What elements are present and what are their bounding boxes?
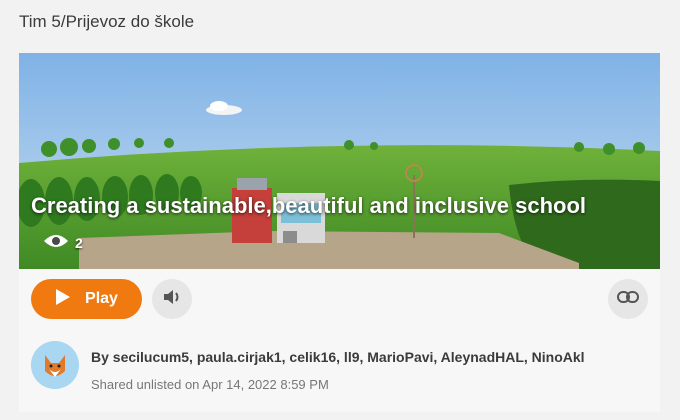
play-icon [55, 288, 71, 311]
copy-link-button[interactable] [608, 279, 648, 319]
link-icon [617, 290, 639, 308]
eye-icon [43, 233, 69, 252]
author-avatar[interactable] [31, 341, 79, 389]
project-thumbnail[interactable] [19, 53, 660, 269]
project-title: Creating a sustainable,beautiful and inc… [31, 193, 587, 218]
author-info: By secilucum5, paula.cirjak1, celik16, l… [19, 333, 660, 412]
speaker-icon [162, 288, 182, 311]
view-count: 2 [43, 233, 83, 252]
sound-button[interactable] [152, 279, 192, 319]
fox-avatar-icon [31, 341, 79, 389]
page-title: Tim 5/Prijevoz do škole [19, 12, 195, 31]
author-names[interactable]: By secilucum5, paula.cirjak1, celik16, l… [91, 349, 585, 365]
shared-date: Shared unlisted on Apr 14, 2022 8:59 PM [91, 377, 329, 392]
play-button[interactable]: Play [31, 279, 142, 319]
project-card: Creating a sustainable,beautiful and inc… [19, 53, 660, 412]
view-count-value: 2 [75, 234, 83, 251]
play-label: Play [85, 290, 118, 307]
player-controls: Play [19, 269, 660, 333]
scene-image [19, 53, 660, 269]
